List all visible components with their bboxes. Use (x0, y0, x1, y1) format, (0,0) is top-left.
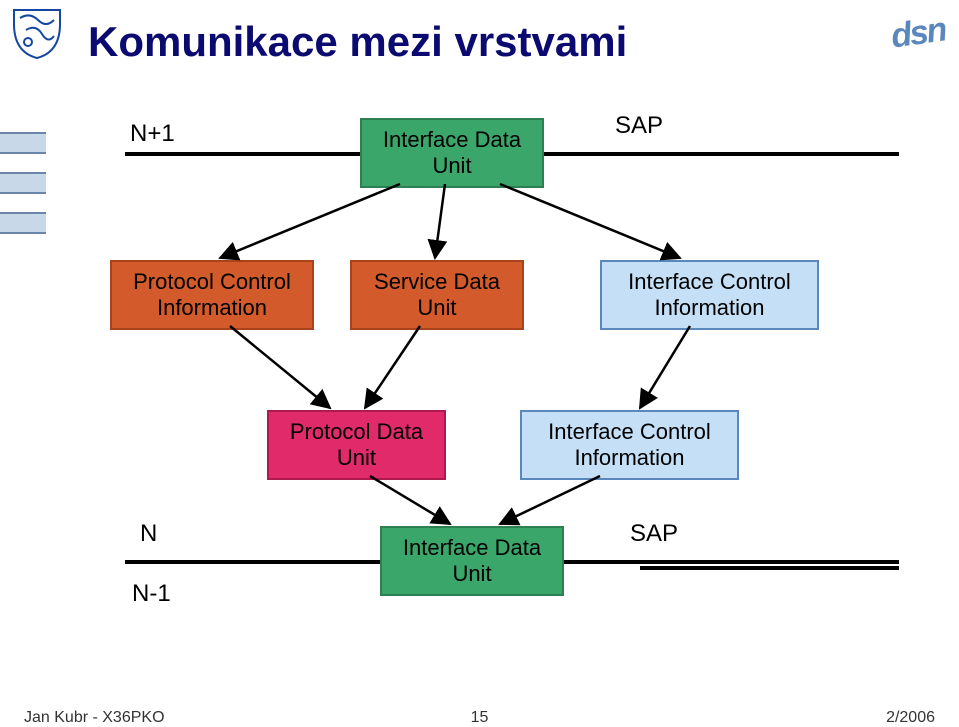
layer-line-n-minus-1 (640, 566, 899, 570)
box-protocol-data-unit: Protocol DataUnit (267, 410, 446, 480)
sap-label-bottom: SAP (630, 520, 678, 548)
box-interface-control-information-bottom: Interface ControlInformation (520, 410, 739, 480)
box-label: Interface ControlInformation (548, 419, 711, 472)
crest-logo (8, 4, 66, 62)
box-label: Interface DataUnit (403, 535, 541, 588)
box-interface-control-information-top: Interface ControlInformation (600, 260, 819, 330)
decor-bar (0, 172, 46, 194)
box-interface-data-unit-top: Interface DataUnit (360, 118, 544, 188)
diagram-canvas: N+1 SAP Interface DataUnit Protocol Cont… (60, 100, 939, 679)
footer-page-number: 15 (471, 709, 489, 727)
layer-label-n-minus-1: N-1 (132, 580, 171, 608)
decor-bar (0, 212, 46, 234)
layer-label-n: N (140, 520, 157, 548)
box-interface-data-unit-bottom: Interface DataUnit (380, 526, 564, 596)
slide-title: Komunikace mezi vrstvami (88, 18, 627, 66)
footer-author: Jan Kubr - X36PKO (24, 709, 165, 727)
sap-label-top: SAP (615, 112, 663, 140)
box-label: Protocol DataUnit (290, 419, 423, 472)
box-label: Interface DataUnit (383, 127, 521, 180)
box-label: Interface ControlInformation (628, 269, 791, 322)
box-service-data-unit: Service DataUnit (350, 260, 524, 330)
box-label: Service DataUnit (374, 269, 500, 322)
box-label: Protocol ControlInformation (133, 269, 291, 322)
footer-date: 2/2006 (886, 709, 935, 727)
decor-bar (0, 132, 46, 154)
dsn-logo: dsn (888, 10, 947, 56)
layer-label-n-plus-1: N+1 (130, 120, 175, 148)
box-protocol-control-information: Protocol ControlInformation (110, 260, 314, 330)
